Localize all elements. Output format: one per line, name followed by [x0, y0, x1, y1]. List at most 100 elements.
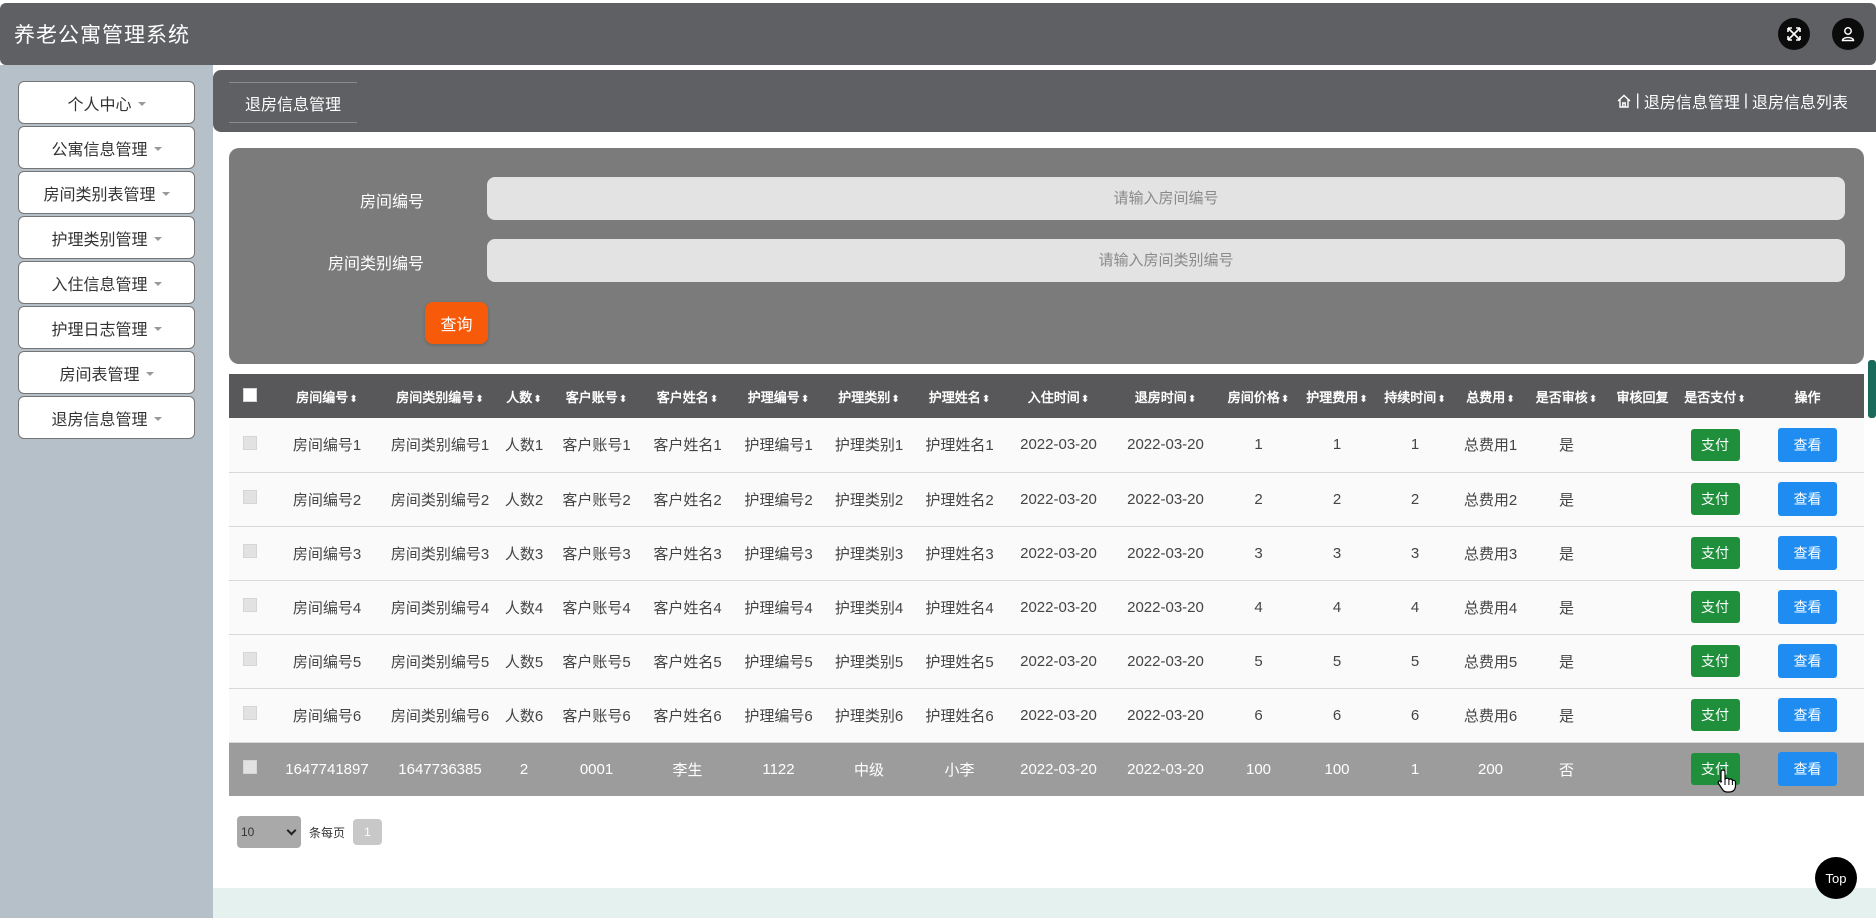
table-cell: 2022-03-20: [1005, 472, 1112, 527]
search-panel: 房间编号 房间类别编号 查询: [229, 148, 1864, 364]
page-number[interactable]: 1: [353, 819, 383, 845]
view-button[interactable]: 查看: [1778, 752, 1837, 787]
table-cell: 2022-03-20: [1005, 634, 1112, 689]
scrollbar[interactable]: [1868, 360, 1876, 418]
page-tab[interactable]: 退房信息管理: [229, 82, 357, 123]
sidebar-item-checkout-info[interactable]: 退房信息管理: [18, 396, 195, 439]
row-checkbox[interactable]: [229, 634, 271, 689]
sidebar-item-room-type[interactable]: 房间类别表管理: [18, 171, 195, 214]
col-header[interactable]: 房间价格⬍: [1219, 374, 1298, 418]
table-cell: 护理类别5: [824, 634, 914, 689]
view-button[interactable]: 查看: [1778, 590, 1837, 624]
sort-icon: ⬍: [981, 393, 991, 405]
table-cell: 中级: [824, 742, 914, 796]
action-cell: 查看: [1751, 526, 1864, 581]
table-cell: 2: [1219, 472, 1298, 527]
sidebar-item-checkin-info[interactable]: 入住信息管理: [18, 261, 195, 304]
col-header[interactable]: 入住时间⬍: [1005, 374, 1112, 418]
row-checkbox[interactable]: [229, 472, 271, 527]
view-button[interactable]: 查看: [1778, 482, 1837, 516]
caret-down-icon: [161, 191, 170, 196]
pay-button[interactable]: 支付: [1690, 591, 1740, 623]
view-button[interactable]: 查看: [1778, 427, 1837, 462]
checkout-table: 房间编号⬍ 房间类别编号⬍ 人数⬍ 客户账号⬍ 客户姓名⬍ 护理编号⬍ 护理类别…: [229, 374, 1864, 796]
caret-down-icon: [153, 146, 162, 151]
back-to-top-button[interactable]: Top: [1815, 857, 1857, 899]
table-cell: 房间类别编号1: [383, 418, 497, 473]
col-header[interactable]: 是否审核⬍: [1527, 374, 1606, 418]
col-header[interactable]: 护理类别⬍: [824, 374, 914, 418]
table-cell: 客户账号5: [551, 634, 642, 689]
page-size-select[interactable]: 10: [237, 816, 301, 848]
sort-icon: ⬍: [349, 393, 358, 405]
table-cell: 房间编号2: [271, 472, 383, 527]
table-row: 房间编号5 房间类别编号5 人数5 客户账号5 客户姓名5 护理编号5 护理类别5 护理姓名5…: [229, 634, 1864, 689]
view-button[interactable]: 查看: [1778, 536, 1837, 570]
home-icon[interactable]: [1616, 93, 1632, 109]
row-checkbox[interactable]: [229, 526, 271, 581]
table-cell: 房间编号1: [271, 418, 383, 473]
pay-button[interactable]: 支付: [1690, 483, 1740, 515]
col-header[interactable]: 护理姓名⬍: [914, 374, 1005, 418]
col-header[interactable]: 总费用⬍: [1454, 374, 1527, 418]
select-all-checkbox[interactable]: [229, 374, 271, 418]
table-cell: 总费用6: [1454, 688, 1527, 743]
room-no-input[interactable]: [487, 177, 1845, 220]
fullscreen-icon[interactable]: [1778, 18, 1810, 50]
col-header[interactable]: 持续时间⬍: [1376, 374, 1454, 418]
table-cell: 房间编号4: [271, 580, 383, 635]
table-cell: 总费用2: [1454, 472, 1527, 527]
sidebar-item-personal-center[interactable]: 个人中心: [18, 81, 195, 124]
breadcrumb-separator: |: [1743, 92, 1748, 109]
sidebar-item-care-log[interactable]: 护理日志管理: [18, 306, 195, 349]
pay-button[interactable]: 支付: [1690, 428, 1740, 461]
table-cell: 人数3: [497, 526, 551, 581]
col-header[interactable]: 退房时间⬍: [1112, 374, 1219, 418]
col-header[interactable]: 护理编号⬍: [733, 374, 824, 418]
pay-button[interactable]: 支付: [1690, 537, 1740, 569]
view-button[interactable]: 查看: [1778, 698, 1837, 732]
table-cell: 5: [1219, 634, 1298, 689]
row-checkbox[interactable]: [229, 580, 271, 635]
table-cell: 人数2: [497, 472, 551, 527]
action-cell: 查看: [1751, 418, 1864, 473]
table-cell: 是: [1527, 634, 1606, 689]
col-header[interactable]: 人数⬍: [497, 374, 551, 418]
sidebar-item-care-type[interactable]: 护理类别管理: [18, 216, 195, 259]
table-cell: 客户账号2: [551, 472, 642, 527]
table-cell: 2022-03-20: [1112, 688, 1219, 743]
sort-icon: ⬍: [1187, 393, 1197, 405]
breadcrumb-separator: |: [1635, 92, 1640, 109]
pay-cell: 支付: [1679, 580, 1751, 635]
pay-cell: 支付: [1679, 472, 1751, 527]
table-cell: 是: [1527, 472, 1606, 527]
view-button[interactable]: 查看: [1778, 644, 1837, 678]
table-cell: 客户账号4: [551, 580, 642, 635]
table-cell: 4: [1219, 580, 1298, 635]
sidebar-item-room-table[interactable]: 房间表管理: [18, 351, 195, 394]
room-type-input[interactable]: [487, 239, 1845, 282]
table-cell: 2: [1298, 472, 1376, 527]
col-header[interactable]: 房间类别编号⬍: [383, 374, 497, 418]
pay-button[interactable]: 支付: [1690, 699, 1740, 731]
pay-button[interactable]: 支付: [1690, 645, 1740, 677]
col-header[interactable]: 护理费用⬍: [1298, 374, 1376, 418]
col-header[interactable]: 是否支付⬍: [1679, 374, 1751, 418]
table-cell: 客户姓名5: [642, 634, 733, 689]
table-cell: 3: [1219, 526, 1298, 581]
col-header[interactable]: 房间编号⬍: [271, 374, 383, 418]
row-checkbox[interactable]: [229, 742, 271, 796]
table-cell: 护理类别1: [824, 418, 914, 473]
table-cell: 4: [1376, 580, 1454, 635]
col-header[interactable]: 客户账号⬍: [551, 374, 642, 418]
query-button[interactable]: 查询: [425, 302, 488, 344]
row-checkbox[interactable]: [229, 418, 271, 473]
table-cell: 2022-03-20: [1112, 472, 1219, 527]
row-checkbox[interactable]: [229, 688, 271, 743]
col-header[interactable]: 客户姓名⬍: [642, 374, 733, 418]
sidebar-item-apartment-info[interactable]: 公寓信息管理: [18, 126, 195, 169]
chevron-down-icon: [286, 825, 297, 835]
user-icon[interactable]: [1832, 18, 1864, 50]
table-cell: 2: [497, 742, 551, 796]
breadcrumb-level1[interactable]: 退房信息管理: [1644, 89, 1740, 113]
